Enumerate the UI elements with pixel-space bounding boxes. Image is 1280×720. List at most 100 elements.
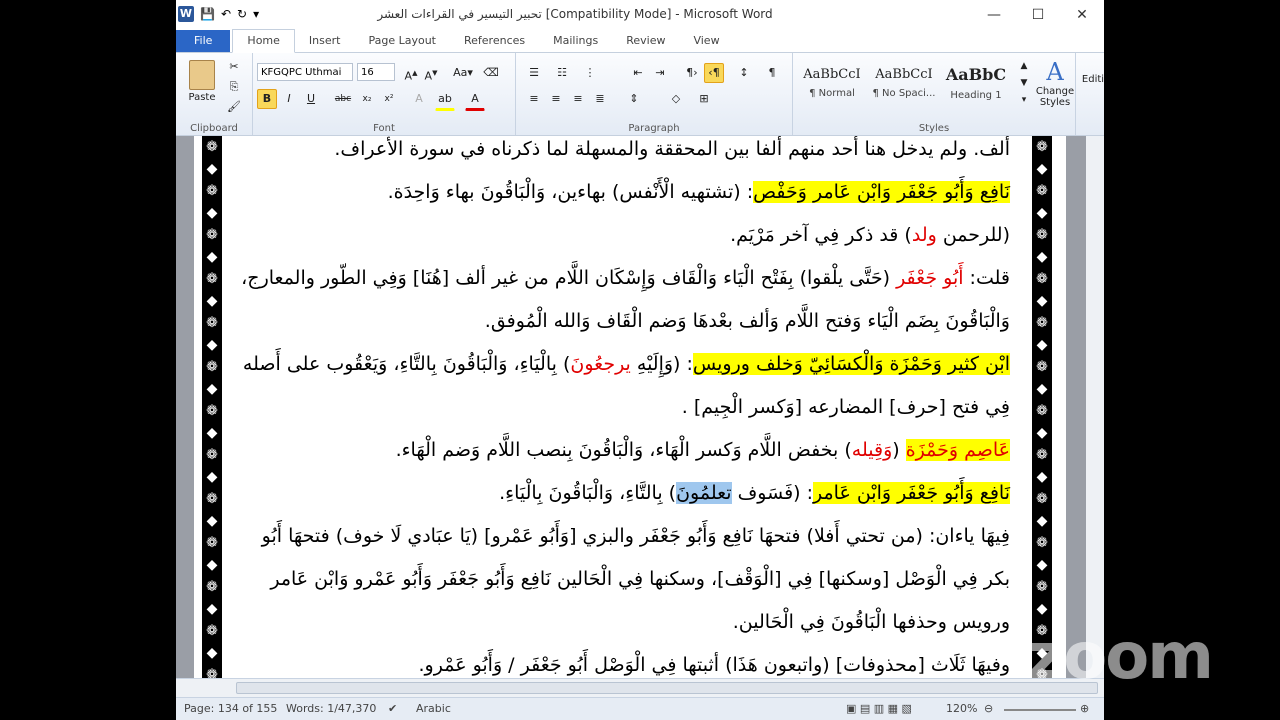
tab-page-layout[interactable]: Page Layout [354, 30, 450, 52]
text-run: وَقِيله [851, 439, 893, 461]
format-painter-icon[interactable]: 🖌 [224, 97, 244, 117]
italic-button[interactable]: I [279, 89, 299, 109]
align-center-icon[interactable]: ≡ [546, 89, 566, 109]
document-line[interactable]: وفيهَا ثَلَاث [محذوفات] (واتبعون هَذَا) … [240, 644, 1010, 678]
document-page[interactable]: ❁ ◆ ❁ ◆ ❁ ◆ ❁ ◆ ❁ ◆ ❁ ◆ ❁ ◆ ❁ ◆ ❁ ◆ ❁ ◆ ❁ ◆ ❁ ◆ ❁ ❁ ◆ ❁ ◆ ❁ ◆ ❁ ◆ ❁ ◆ ❁ ◆ ❁ ◆… [194, 136, 1066, 678]
tab-review[interactable]: Review [612, 30, 679, 52]
text-run: تعلمُونَ [676, 482, 732, 504]
clipboard-icon [189, 60, 215, 90]
document-line[interactable]: بكر فِي الْوَصْل [وسكنها] فِي [الْوَقْف]… [240, 558, 1010, 601]
horizontal-scrollbar[interactable] [176, 678, 1104, 697]
styles-group: AaBbCcI ¶ Normal AaBbCcI ¶ No Spaci... A… [793, 53, 1076, 135]
document-text[interactable]: ألف. ولم يدخل هنا أحد منهم ألفا بين المح… [240, 136, 1010, 678]
text-run: ) قد ذكر فِي آخر مَرْيَم. [730, 224, 912, 246]
align-right-icon[interactable]: ≡ [568, 89, 588, 109]
editing-button[interactable]: Editi [1080, 73, 1104, 115]
clipboard-group-label: Clipboard [190, 123, 238, 134]
view-buttons[interactable]: ▣ ▤ ▥ ▦ ▧ [846, 702, 912, 715]
document-line[interactable]: قلت: أَبُو جَعْفَر (حَتَّى يلْقوا) بِفَت… [240, 257, 1010, 300]
line-spacing-icon[interactable]: ⇕ [624, 89, 644, 109]
text-run: قلت: [963, 267, 1010, 289]
style-heading-1[interactable]: AaBbC Heading 1 [941, 59, 1011, 109]
rtl-direction-icon[interactable]: ‹¶ [704, 63, 724, 83]
proofing-icon[interactable]: ✔ [388, 702, 397, 715]
text-run: عَاصِم وَحَمْزَة [905, 439, 1010, 461]
justify-icon[interactable]: ≣ [590, 89, 610, 109]
document-line[interactable]: نَافِع وَأَبُو جَعْفَر وَابْن عَامر وَحَ… [240, 171, 1010, 214]
change-case-icon[interactable]: Aa▾ [449, 63, 477, 83]
grow-font-icon[interactable]: A▲ [401, 63, 421, 83]
change-styles-button[interactable]: A Change Styles [1031, 57, 1079, 115]
show-formatting-icon[interactable]: ¶ [762, 63, 782, 83]
paragraph-group: ☰ ☷ ⋮ ⇤ ⇥ ¶› ‹¶ ↕ ¶ ≡ ≡ ≡ ≣ ⇕ ◇ ⊞ Paragr… [516, 53, 793, 135]
subscript-button[interactable]: x₂ [357, 89, 377, 109]
text-run: ورويس وحذفها الْبَاقُونَ فِي الْحَالين. [732, 611, 1010, 633]
text-run: ) بِالتَّاءِ، وَالْبَاقُونَ بِالْيَاءِ. [499, 482, 677, 504]
horizontal-scroll-thumb[interactable] [236, 682, 1098, 694]
tab-mailings[interactable]: Mailings [539, 30, 612, 52]
strikethrough-button[interactable]: abc [333, 89, 353, 109]
font-name-combo[interactable]: KFGQPC Uthmai [257, 63, 353, 81]
document-line[interactable]: نَافِع وَأَبُو جَعْفَر وَابْن عَامر: (فَ… [240, 472, 1010, 515]
document-line[interactable]: ألف. ولم يدخل هنا أحد منهم ألفا بين المح… [240, 136, 1010, 171]
bullets-icon[interactable]: ☰ [524, 63, 544, 83]
numbering-icon[interactable]: ☷ [552, 63, 572, 83]
underline-button[interactable]: U [301, 89, 321, 109]
text-run: فِي فتح [حرف] المضارعه [وَكسر الْجِيم] . [681, 396, 1010, 418]
ltr-direction-icon[interactable]: ¶› [682, 63, 702, 83]
shading-icon[interactable]: ◇ [666, 89, 686, 109]
maximize-button[interactable]: ☐ [1016, 0, 1060, 30]
tab-home[interactable]: Home [232, 29, 295, 53]
zoom-watermark: zoom [1028, 620, 1214, 694]
sort-icon[interactable]: ↕ [734, 63, 754, 83]
document-line[interactable]: ورويس وحذفها الْبَاقُونَ فِي الْحَالين. [240, 601, 1010, 644]
change-styles-icon: A [1046, 58, 1064, 86]
page-count[interactable]: Page: 134 of 155 [184, 702, 277, 715]
paste-label: Paste [188, 92, 216, 103]
zoom-in-icon[interactable]: ⊕ [1080, 702, 1089, 715]
text-run: وَالْبَاقُونَ بِضَم الْيَاء وَفتح اللَّا… [484, 310, 1010, 332]
vertical-scrollbar[interactable] [1086, 136, 1104, 678]
text-run: نَافِع وَأَبُو جَعْفَر وَابْن عَامر وَحَ… [753, 181, 1010, 203]
language-indicator[interactable]: Arabic [416, 702, 451, 715]
tab-view[interactable]: View [679, 30, 733, 52]
style-no-spacing[interactable]: AaBbCcI ¶ No Spaci... [869, 59, 939, 109]
close-button[interactable]: ✕ [1060, 0, 1104, 30]
paste-button[interactable]: Paste [184, 57, 220, 109]
copy-icon[interactable]: ⎘ [224, 77, 244, 97]
highlight-color-icon[interactable]: ab [435, 89, 455, 111]
document-line[interactable]: وَالْبَاقُونَ بِضَم الْيَاء وَفتح اللَّا… [240, 300, 1010, 343]
multilevel-list-icon[interactable]: ⋮ [580, 63, 600, 83]
tab-insert[interactable]: Insert [295, 30, 355, 52]
text-run: ) بخفض اللَّام وَكسر الْهَاء، وَالْبَاقُ… [395, 439, 852, 461]
font-size-combo[interactable]: 16 [357, 63, 395, 81]
font-group-label: Font [373, 123, 395, 134]
zoom-level[interactable]: 120% [946, 702, 977, 715]
styles-scroll-buttons[interactable]: ▲ ▼ ▾ [1017, 57, 1031, 111]
text-run: : (فَسَوف [731, 482, 813, 504]
word-count[interactable]: Words: 1/47,370 [286, 702, 376, 715]
document-line[interactable]: فِي فتح [حرف] المضارعه [وَكسر الْجِيم] . [240, 386, 1010, 429]
zoom-out-icon[interactable]: ⊖ [984, 702, 993, 715]
superscript-button[interactable]: x² [379, 89, 399, 109]
zoom-slider[interactable] [1004, 709, 1076, 711]
font-group: KFGQPC Uthmai 16 A▲ A▼ Aa▾ ⌫ B I U abc x… [253, 53, 516, 135]
document-line[interactable]: فِيهَا ياءان: (من تحتي أَفلا) فتحهَا نَا… [240, 515, 1010, 558]
document-line[interactable]: (للرحمن ولد) قد ذكر فِي آخر مَرْيَم. [240, 214, 1010, 257]
minimize-button[interactable]: — [972, 0, 1016, 30]
tab-file[interactable]: File [176, 30, 231, 52]
shrink-font-icon[interactable]: A▼ [421, 63, 441, 83]
clear-formatting-icon[interactable]: ⌫ [481, 63, 501, 83]
increase-indent-icon[interactable]: ⇥ [650, 63, 670, 83]
cut-icon[interactable]: ✂ [224, 57, 244, 77]
document-line[interactable]: عَاصِم وَحَمْزَة (وَقِيله) بخفض اللَّام … [240, 429, 1010, 472]
document-line[interactable]: ابْن كثير وَحَمْزَة وَالْكسَائِيّ وَخلف … [240, 343, 1010, 386]
font-color-icon[interactable]: A [465, 89, 485, 111]
decrease-indent-icon[interactable]: ⇤ [628, 63, 648, 83]
tab-references[interactable]: References [450, 30, 539, 52]
style-normal[interactable]: AaBbCcI ¶ Normal [797, 59, 867, 109]
borders-icon[interactable]: ⊞ [694, 89, 714, 109]
align-left-icon[interactable]: ≡ [524, 89, 544, 109]
text-effects-icon[interactable]: A [409, 89, 429, 109]
bold-button[interactable]: B [257, 89, 277, 109]
